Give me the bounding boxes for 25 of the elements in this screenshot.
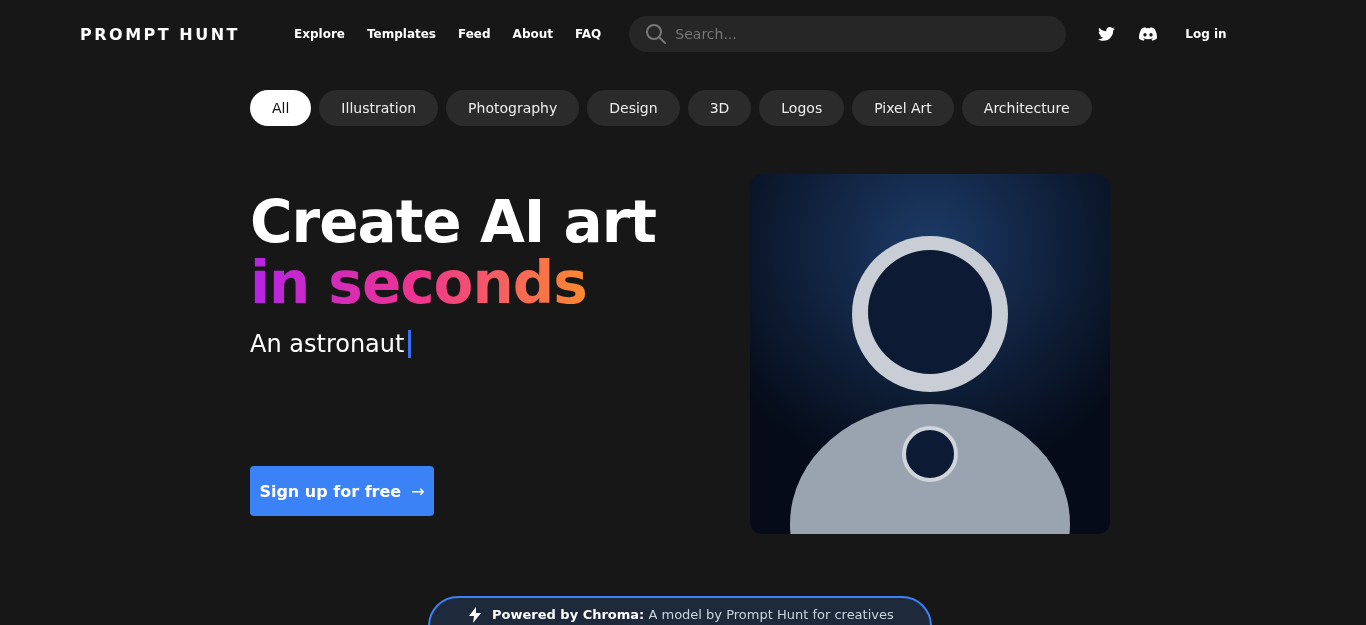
search-field[interactable]: Search...: [629, 16, 1067, 52]
category-tab[interactable]: All: [250, 90, 312, 126]
search-icon: [645, 23, 668, 45]
banner-text: Powered by Chroma: A model by Prompt Hunt for creatives: [492, 607, 894, 622]
category-tab[interactable]: 3D: [687, 90, 752, 126]
category-tab[interactable]: Illustration: [319, 90, 439, 126]
category-tab[interactable]: Pixel Art: [852, 90, 954, 126]
nav-link[interactable]: Templates: [366, 27, 436, 41]
headline: Create AI art: [250, 192, 657, 252]
lightning-icon: [468, 607, 482, 623]
game-controller-icon[interactable]: [1139, 27, 1158, 41]
category-tab[interactable]: Photography: [446, 90, 580, 126]
category-tab[interactable]: Logos: [759, 90, 845, 126]
bird-icon[interactable]: [1098, 27, 1116, 41]
signup-button[interactable]: Sign up for free →: [250, 466, 434, 516]
prompt-text: An astronaut: [250, 330, 405, 358]
category-tab[interactable]: Design: [587, 90, 680, 126]
logo[interactable]: PROMPT HUNT: [80, 24, 280, 44]
text-cursor: [408, 330, 412, 358]
nav-link[interactable]: Explore: [294, 27, 345, 41]
nav-link[interactable]: About: [512, 27, 553, 41]
nav-link[interactable]: Feed: [458, 27, 491, 41]
login-link[interactable]: Log in: [1185, 27, 1227, 41]
category-tab[interactable]: Architecture: [961, 90, 1092, 126]
nav-link[interactable]: FAQ: [575, 27, 602, 41]
